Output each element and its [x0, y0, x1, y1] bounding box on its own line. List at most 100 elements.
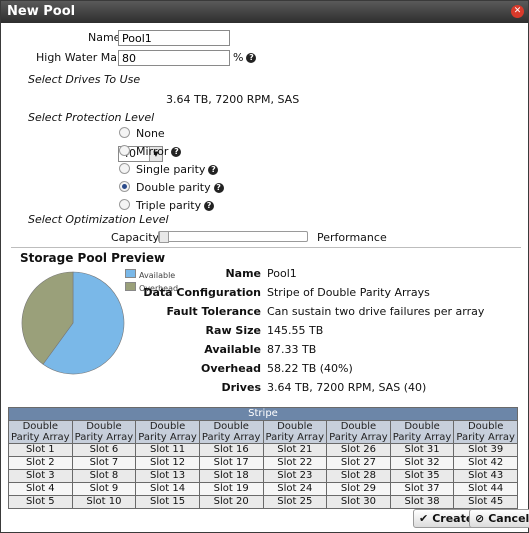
radio-icon[interactable]: [119, 145, 130, 156]
legend-item-available: Available: [125, 269, 175, 280]
table-row: Slot 1 Slot 6 Slot 11 Slot 16 Slot 21 Slot 26…: [8, 443, 518, 457]
stripe-column-header: Double Parity Array: [198, 420, 264, 444]
help-icon[interactable]: ?: [208, 165, 219, 175]
slot-cell: Slot 30: [326, 495, 391, 509]
detail-key-name: Name: [225, 267, 261, 280]
slot-cell: Slot 28: [326, 469, 391, 483]
section-divider: [11, 247, 521, 248]
slot-cell: Slot 19: [198, 482, 264, 496]
slot-cell: Slot 37: [389, 482, 455, 496]
slot-cell: Slot 29: [326, 482, 391, 496]
slot-cell: Slot 14: [135, 482, 200, 496]
dialog-titlebar: New Pool ✕: [1, 1, 528, 23]
slot-cell: Slot 15: [135, 495, 200, 509]
optimization-slider[interactable]: [158, 231, 308, 243]
table-row: Slot 4 Slot 9 Slot 14 Slot 19 Slot 24 Slot 29…: [8, 482, 518, 496]
slot-cell: Slot 17: [198, 456, 264, 470]
slot-cell: Slot 12: [135, 456, 200, 470]
legend-swatch: [125, 269, 136, 278]
hwm-help-icon[interactable]: ?: [246, 53, 257, 63]
slot-cell: Slot 22: [262, 456, 328, 470]
slot-cell: Slot 2: [8, 456, 73, 470]
help-icon[interactable]: ?: [171, 147, 182, 157]
cancel-button[interactable]: ⊘ Cancel: [469, 509, 529, 528]
slot-cell: Slot 35: [389, 469, 455, 483]
performance-label: Performance: [317, 231, 387, 244]
stripe-column-header: Double Parity Array: [8, 420, 73, 444]
new-pool-dialog: New Pool ✕ Name High Water Mark %? Selec…: [0, 0, 529, 533]
detail-key-data-configuration: Data Configuration: [143, 286, 261, 299]
protection-option-mirror[interactable]: Mirror?: [119, 145, 182, 159]
close-icon[interactable]: ✕: [511, 5, 524, 18]
protection-option-triple-parity[interactable]: Triple parity?: [119, 199, 215, 213]
slot-cell: Slot 31: [389, 443, 455, 457]
slot-cell: Slot 8: [71, 469, 137, 483]
stripe-table: Stripe Double Parity Array Double Parity …: [8, 407, 518, 509]
help-icon[interactable]: ?: [204, 201, 215, 211]
optimization-section-label: Select Optimization Level: [28, 213, 169, 226]
slot-cell: Slot 45: [453, 495, 518, 509]
radio-selected-icon[interactable]: [119, 181, 130, 192]
radio-icon[interactable]: [119, 199, 130, 210]
stripe-header: Stripe: [8, 407, 518, 421]
pool-pie-chart: [21, 271, 125, 375]
slot-cell: Slot 44: [453, 482, 518, 496]
protection-section-label: Select Protection Level: [28, 111, 155, 124]
detail-value-overhead: 58.22 TB (40%): [267, 362, 353, 375]
slot-cell: Slot 1: [8, 443, 73, 457]
slot-cell: Slot 23: [262, 469, 328, 483]
detail-value-fault-tolerance: Can sustain two drive failures per array: [267, 305, 485, 318]
stripe-column-header: Double Parity Array: [453, 420, 518, 444]
slot-cell: Slot 21: [262, 443, 328, 457]
dialog-title: New Pool: [7, 4, 76, 19]
detail-key-fault-tolerance: Fault Tolerance: [166, 305, 261, 318]
hwm-label: High Water Mark: [36, 51, 128, 64]
slot-cell: Slot 26: [326, 443, 391, 457]
slot-cell: Slot 18: [198, 469, 264, 483]
slot-cell: Slot 13: [135, 469, 200, 483]
stripe-column-header: Double Parity Array: [262, 420, 328, 444]
slot-cell: Slot 16: [198, 443, 264, 457]
radio-icon[interactable]: [119, 163, 130, 174]
slot-cell: Slot 10: [71, 495, 137, 509]
name-input[interactable]: [118, 30, 230, 46]
slot-cell: Slot 9: [71, 482, 137, 496]
detail-key-available: Available: [204, 343, 261, 356]
cancel-icon: ⊘: [475, 512, 485, 525]
detail-key-raw-size: Raw Size: [205, 324, 261, 337]
preview-title: Storage Pool Preview: [20, 251, 166, 265]
detail-key-overhead: Overhead: [201, 362, 261, 375]
stripe-column-header: Double Parity Array: [389, 420, 455, 444]
check-icon: ✔: [419, 512, 429, 525]
protection-option-single-parity[interactable]: Single parity?: [119, 163, 219, 177]
slot-cell: Slot 43: [453, 469, 518, 483]
legend-swatch: [125, 282, 136, 291]
slot-cell: Slot 3: [8, 469, 73, 483]
slot-cell: Slot 38: [389, 495, 455, 509]
detail-value-data-configuration: Stripe of Double Parity Arrays: [267, 286, 430, 299]
name-label: Name: [88, 31, 121, 44]
radio-icon[interactable]: [119, 127, 130, 138]
detail-value-available: 87.33 TB: [267, 343, 317, 356]
detail-value-name: Pool1: [267, 267, 297, 280]
help-icon[interactable]: ?: [213, 183, 224, 193]
hwm-input[interactable]: [118, 50, 230, 66]
table-row: Slot 3 Slot 8 Slot 13 Slot 18 Slot 23 Slot 28…: [8, 469, 518, 483]
drives-section-label: Select Drives To Use: [28, 73, 141, 86]
table-row: Slot 5 Slot 10 Slot 15 Slot 20 Slot 25 Slot 3…: [8, 495, 518, 509]
stripe-column-header: Double Parity Array: [135, 420, 200, 444]
slot-cell: Slot 42: [453, 456, 518, 470]
slider-handle[interactable]: [159, 231, 169, 243]
slot-cell: Slot 25: [262, 495, 328, 509]
protection-option-none[interactable]: None: [119, 127, 165, 141]
drive-description: 3.64 TB, 7200 RPM, SAS: [166, 93, 300, 106]
hwm-unit: %?: [233, 51, 257, 64]
slot-cell: Slot 4: [8, 482, 73, 496]
slot-cell: Slot 32: [389, 456, 455, 470]
protection-option-double-parity[interactable]: Double parity?: [119, 181, 224, 195]
detail-value-drives: 3.64 TB, 7200 RPM, SAS (40): [267, 381, 427, 394]
slot-cell: Slot 27: [326, 456, 391, 470]
slot-cell: Slot 7: [71, 456, 137, 470]
slot-cell: Slot 6: [71, 443, 137, 457]
detail-value-raw-size: 145.55 TB: [267, 324, 324, 337]
